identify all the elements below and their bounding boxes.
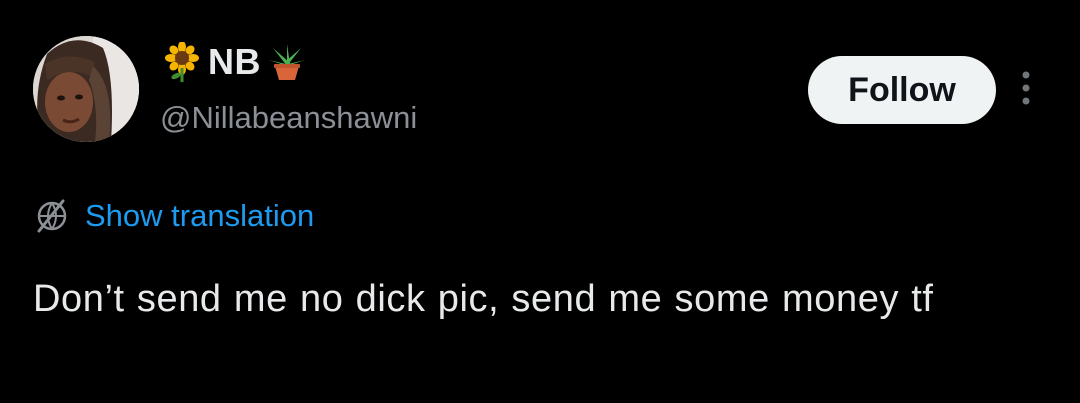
potted-plant-emoji-icon xyxy=(267,42,307,82)
avatar-photo xyxy=(33,36,139,142)
avatar[interactable] xyxy=(33,36,139,142)
translate-globe-icon xyxy=(33,197,71,235)
sunflower-emoji-icon xyxy=(162,42,202,82)
show-translation-link[interactable]: Show translation xyxy=(33,196,314,236)
follow-button[interactable]: Follow xyxy=(808,56,996,124)
author-handle[interactable]: @Nillabeanshawni xyxy=(160,100,417,136)
more-vertical-icon[interactable] xyxy=(1010,68,1042,112)
display-name-text: NB xyxy=(208,41,261,82)
show-translation-label: Show translation xyxy=(85,198,315,233)
tweet-text: Don’t send me no dick pic, send me some … xyxy=(33,278,934,320)
display-name[interactable]: NB xyxy=(162,38,307,86)
tweet-card: NB @Nillabeanshawni Follow Show translat… xyxy=(0,0,1080,403)
